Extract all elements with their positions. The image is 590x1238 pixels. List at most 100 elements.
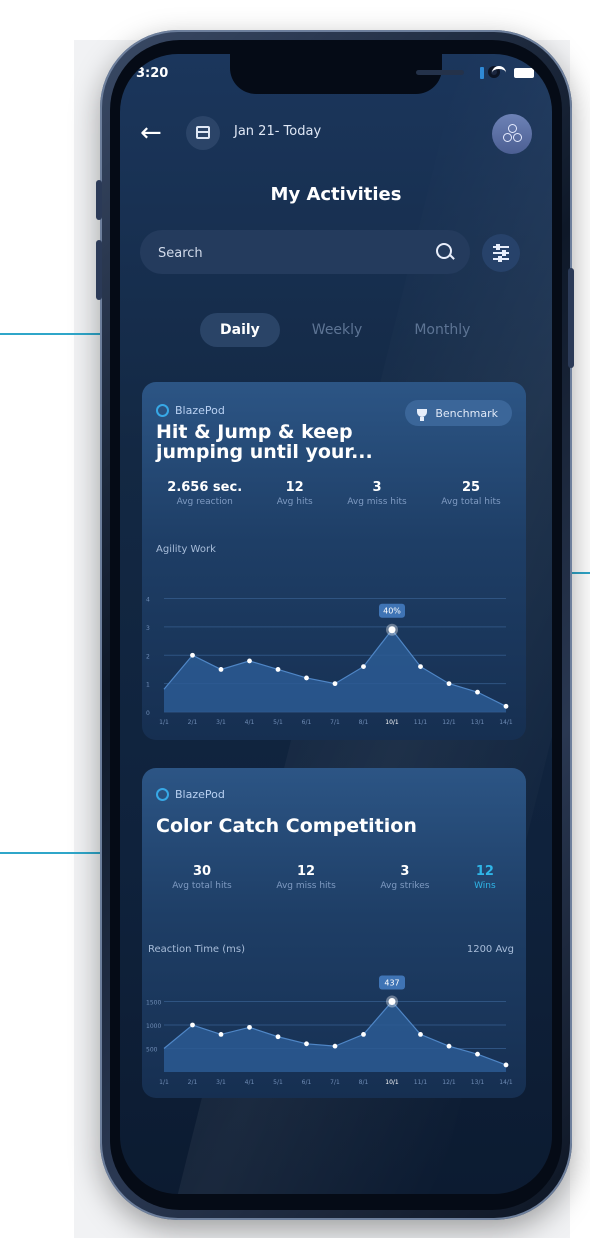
- stat-label: Avg hits: [276, 497, 313, 507]
- data-point: [275, 667, 281, 672]
- x-tick-label: 11/1: [414, 1079, 428, 1086]
- stat-value: 3: [400, 864, 410, 879]
- x-tick-label: 1/1: [159, 1079, 169, 1086]
- brand-name: BlazePod: [175, 788, 225, 801]
- benchmark-button[interactable]: Benchmark: [405, 400, 512, 426]
- x-tick-label: 3/1: [216, 719, 226, 726]
- calendar-icon: [196, 126, 210, 139]
- highlight-point: [388, 626, 396, 634]
- x-tick-label: 4/1: [245, 719, 255, 726]
- stat-label: Avg total hits: [441, 497, 501, 507]
- x-tick-label: 14/1: [499, 1079, 513, 1086]
- date-range-label[interactable]: Jan 21- Today: [234, 124, 321, 139]
- stat-value: 3: [372, 480, 382, 495]
- data-point: [332, 681, 338, 687]
- x-tick-label: 8/1: [359, 719, 369, 726]
- stat-avg-miss-hits: 3 Avg miss hits: [347, 480, 406, 507]
- data-point: [218, 1032, 224, 1037]
- y-tick-label: 0: [146, 710, 150, 717]
- notch: [230, 54, 500, 94]
- power-button: [568, 268, 574, 368]
- data-point: [247, 1024, 252, 1030]
- y-tick-label: 2: [146, 653, 150, 660]
- tab-weekly[interactable]: Weekly: [292, 313, 383, 347]
- tooltip-label: 437: [384, 979, 399, 988]
- chart-average-label: 1200 Avg: [466, 944, 514, 955]
- stat-value: 12: [297, 864, 316, 879]
- tab-monthly[interactable]: Monthly: [394, 313, 490, 347]
- y-tick-label: 1000: [146, 1023, 161, 1030]
- stat-value: 2.656 sec.: [167, 480, 243, 495]
- page-title: My Activities: [270, 184, 402, 205]
- x-tick-label: 5/1: [273, 719, 283, 726]
- stat-avg-strikes: 3 Avg strikes: [380, 864, 429, 891]
- activity-card[interactable]: BlazePod Hit & Jump & keep jumping until…: [142, 382, 526, 740]
- search-icon[interactable]: [436, 243, 452, 259]
- signal-icon: [480, 66, 484, 79]
- volume-down-button: [96, 240, 102, 300]
- chart-label: Reaction Time (ms): [148, 944, 246, 955]
- y-tick-label: 500: [146, 1047, 158, 1054]
- search-input[interactable]: [156, 230, 420, 276]
- data-point: [361, 1032, 366, 1037]
- x-tick-label: 2/1: [188, 1079, 198, 1086]
- stat-label: Avg total hits: [172, 881, 232, 891]
- x-tick-label: 5/1: [273, 1079, 283, 1086]
- area-series: [164, 629, 506, 712]
- data-point: [304, 1041, 309, 1047]
- data-point: [418, 664, 423, 670]
- filter-slider-icon: [493, 250, 509, 256]
- highlight-point: [388, 998, 396, 1005]
- y-tick-label: 1: [146, 682, 150, 689]
- agility-chart: 0 1 2 3 4 40% 1/1 2/1 3/1 4/1 5/1 6/1 7/1 8/1 10/1 11/1…: [146, 597, 513, 726]
- tab-daily[interactable]: Daily: [200, 313, 280, 347]
- blazepod-logo-icon: [156, 404, 169, 417]
- stat-label: Avg reaction: [176, 497, 233, 507]
- search-bar: [140, 230, 470, 276]
- x-tick-label: 10/1: [385, 719, 399, 726]
- data-point: [190, 652, 195, 658]
- top-bar: ← Jan 21- Today: [140, 114, 532, 160]
- activity-card[interactable]: BlazePod Color Catch Competition 30 Avg …: [142, 768, 526, 1098]
- x-tick-label: 7/1: [330, 719, 340, 726]
- x-tick-label: 3/1: [216, 1079, 226, 1086]
- stat-value: 30: [192, 864, 212, 879]
- card-title-line: Hit & Jump & keep: [156, 421, 353, 443]
- stat-label: Avg miss hits: [276, 881, 336, 891]
- x-tick-label: 13/1: [471, 719, 485, 726]
- wifi-icon: [492, 66, 506, 79]
- status-icons: [480, 66, 534, 79]
- data-point: [475, 1051, 480, 1057]
- data-point: [361, 664, 366, 670]
- x-tick-label: 14/1: [499, 719, 513, 726]
- stat-value: 12: [475, 864, 494, 879]
- x-tick-label: 11/1: [414, 719, 428, 726]
- stat-label: Avg miss hits: [347, 497, 407, 507]
- card-title-line: jumping until your...: [156, 441, 373, 463]
- battery-icon: [514, 67, 534, 78]
- card-title: Color Catch Competition: [156, 815, 417, 837]
- calendar-button[interactable]: [186, 116, 220, 150]
- y-tick-label: 3: [146, 625, 150, 632]
- stats-row: 30 Avg total hits 12 Avg miss hits 3 Avg…: [150, 864, 518, 891]
- back-arrow-icon[interactable]: ←: [140, 120, 162, 146]
- chart-label: Agility Work: [156, 544, 216, 555]
- x-tick-label: 10/1: [385, 1079, 399, 1086]
- x-tick-label: 6/1: [302, 719, 312, 726]
- data-point: [304, 675, 309, 681]
- y-tick-label: 1500: [146, 1000, 161, 1007]
- stat-avg-total-hits: 30 Avg total hits: [172, 864, 231, 891]
- status-time: 3:20: [136, 66, 169, 81]
- stat-avg-miss-hits: 12 Avg miss hits: [276, 864, 335, 891]
- data-point: [503, 1062, 509, 1068]
- x-tick-label: 6/1: [302, 1079, 312, 1086]
- data-point: [218, 667, 224, 672]
- x-tick-label: 1/1: [159, 719, 169, 726]
- stat-label: Avg strikes: [380, 881, 430, 891]
- data-point: [332, 1043, 338, 1049]
- filter-button[interactable]: [482, 234, 520, 272]
- data-point: [190, 1022, 195, 1028]
- data-point: [475, 689, 480, 695]
- group-profile-button[interactable]: [492, 114, 532, 154]
- filter-slider-icon: [493, 244, 509, 250]
